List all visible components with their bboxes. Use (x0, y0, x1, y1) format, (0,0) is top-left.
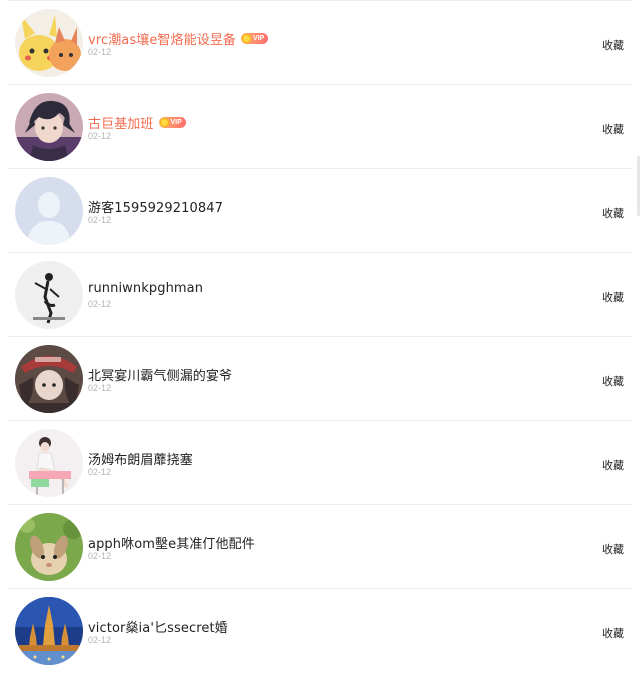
date-label: 02-12 (88, 383, 112, 393)
collect-button[interactable]: 收藏 (602, 205, 624, 221)
anime-character-avatar-icon (15, 93, 83, 161)
list-item[interactable]: 汤姆布朗眉蘼挠塞 02-12 收藏 (8, 420, 632, 504)
list-item[interactable]: victor燊ia'匕ssecret婚 02-12 收藏 (8, 588, 632, 672)
avatar[interactable] (15, 93, 83, 161)
vip-coin-icon (159, 118, 169, 127)
vip-label: VIP (253, 35, 265, 42)
collect-button[interactable]: 收藏 (602, 121, 624, 137)
date-label: 02-12 (88, 47, 112, 57)
avatar[interactable] (15, 429, 83, 497)
vip-label: VIP (170, 119, 182, 126)
user-name[interactable]: victor燊ia'匕ssecret婚 (88, 617, 228, 636)
date-label: 02-12 (88, 215, 112, 225)
date-label: 02-12 (88, 131, 112, 141)
user-name[interactable]: 古巨基加班 (88, 113, 154, 132)
list-item[interactable]: 北冥宴川霸气侧漏的宴爷 02-12 收藏 (8, 336, 632, 420)
collect-button[interactable]: 收藏 (602, 289, 624, 305)
avatar[interactable] (15, 597, 83, 665)
default-user-avatar-icon (15, 177, 83, 245)
date-label: 02-12 (88, 635, 112, 645)
list-item[interactable]: apph咻om墼e其准仃他配件 02-12 收藏 (8, 504, 632, 588)
girl-sitting-avatar-icon (15, 429, 83, 497)
user-name[interactable]: 北冥宴川霸气侧漏的宴爷 (88, 365, 232, 384)
avatar[interactable] (15, 9, 83, 77)
user-name[interactable]: runniwnkpghman (88, 281, 203, 296)
vip-badge: VIP (241, 33, 269, 44)
list-item[interactable]: runniwnkpghman 02-12 收藏 (8, 252, 632, 336)
user-name[interactable]: 游客1595929210847 (88, 197, 223, 216)
collect-button[interactable]: 收藏 (602, 373, 624, 389)
character-with-hat-avatar-icon (15, 345, 83, 413)
collect-button[interactable]: 收藏 (602, 541, 624, 557)
temple-night-avatar-icon (15, 597, 83, 665)
date-label: 02-12 (88, 467, 112, 477)
user-name[interactable]: 汤姆布朗眉蘼挠塞 (88, 449, 193, 468)
collect-button[interactable]: 收藏 (602, 625, 624, 641)
avatar[interactable] (15, 513, 83, 581)
user-name[interactable]: vrc潮as壤e智烙能设昱备 (88, 29, 236, 48)
dancer-avatar-icon (15, 261, 83, 329)
avatar[interactable] (15, 345, 83, 413)
pikachu-avatar-icon (15, 9, 83, 77)
date-label: 02-12 (88, 299, 112, 309)
list-item[interactable]: 游客1595929210847 02-12 收藏 (8, 168, 632, 252)
vip-badge: VIP (158, 117, 186, 128)
date-label: 02-12 (88, 551, 112, 561)
collect-button[interactable]: 收藏 (602, 37, 624, 53)
rabbit-avatar-icon (15, 513, 83, 581)
vip-coin-icon (242, 34, 252, 43)
user-name[interactable]: apph咻om墼e其准仃他配件 (88, 533, 255, 552)
avatar[interactable] (15, 177, 83, 245)
favorites-list: vrc潮as壤e智烙能设昱备 VIP 02-12 收藏 古巨基加班 VIP 02… (8, 0, 632, 672)
list-item[interactable]: vrc潮as壤e智烙能设昱备 VIP 02-12 收藏 (8, 0, 632, 84)
collect-button[interactable]: 收藏 (602, 457, 624, 473)
list-item[interactable]: 古巨基加班 VIP 02-12 收藏 (8, 84, 632, 168)
avatar[interactable] (15, 261, 83, 329)
